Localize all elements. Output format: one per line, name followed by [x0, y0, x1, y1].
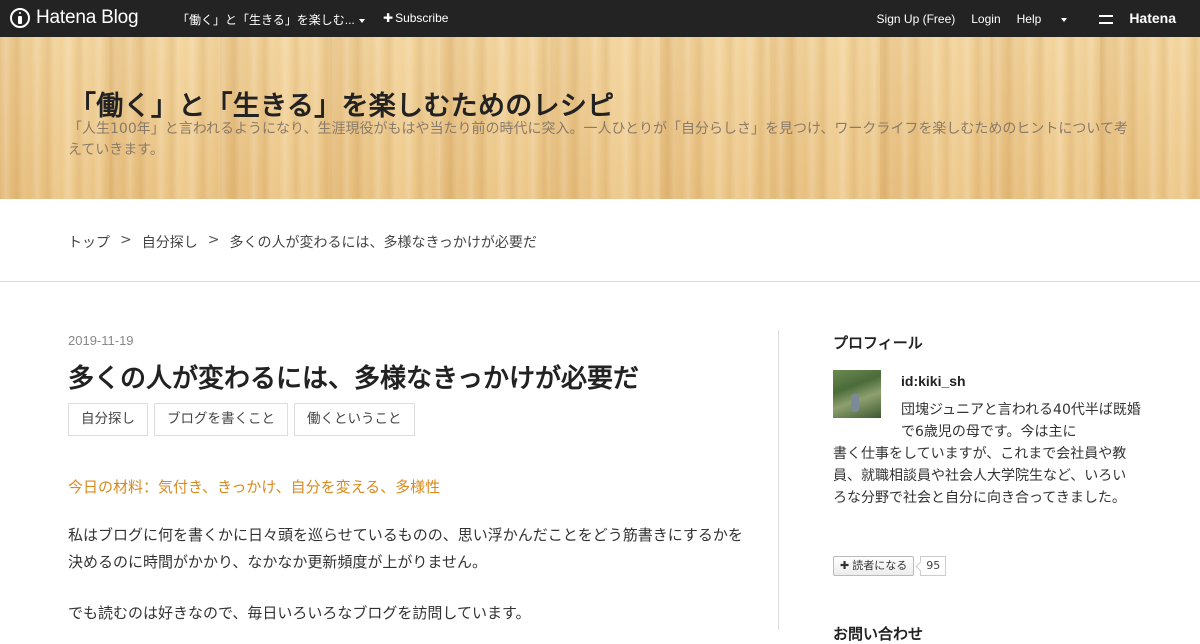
user-id-link[interactable]: id:kiki_sh — [901, 373, 966, 389]
breadcrumb-top[interactable]: トップ — [68, 232, 110, 252]
caret-down-icon — [1061, 17, 1068, 22]
subscribe-link[interactable]: ✚ Subscribe — [383, 11, 448, 25]
blog-description: 「人生100年」と言われるようになり、生涯現役がもはや当たり前の時代に突入。一人… — [68, 121, 1128, 158]
blog-header: 「働く」と「生きる」を楽しむためのレシピ 「人生100年」と言われるようになり、… — [0, 37, 1200, 199]
hatena-blog-logo-icon — [10, 8, 30, 28]
caret-down-icon — [358, 18, 365, 23]
breadcrumb-current: 多くの人が変わるには、多様なきっかけが必要だ — [229, 235, 537, 251]
article-paragraph: でも読むのは好きなので、毎日いろいろなブログを訪問しています。 — [68, 604, 531, 622]
help-label: Help — [1016, 12, 1042, 26]
profile-bio-continued: 書く仕事をしていますが、これまで会社員や教員、就職相談員や社会人大学院生など、い… — [833, 446, 1127, 506]
blog-name-dropdown[interactable]: 「働く」と「生きる」を楽しむ... — [177, 11, 365, 28]
profile-heading: プロフィール — [833, 334, 923, 352]
topbar-right: Sign Up (Free) Login Help Hatena — [877, 10, 1200, 27]
logo-text: Hatena Blog — [36, 7, 139, 28]
article-tags: 自分探し ブログを書くこと 働くということ — [68, 403, 421, 436]
reader-subscribe: ✚ 読者になる 95 — [833, 556, 947, 576]
help-dropdown[interactable]: Help — [1017, 12, 1084, 26]
article-materials: 今日の材料：気付き、きっかけ、自分を変える、多様性 — [68, 478, 441, 496]
blog-title[interactable]: 「働く」と「生きる」を楽しむためのレシピ — [69, 84, 614, 123]
hatena-logo[interactable]: Hatena — [1099, 10, 1192, 26]
article-paragraph: 私はブログに何を書くかに日々頭を巡らせているものの、思い浮かんだことをどう筋書き… — [68, 526, 743, 571]
article-date[interactable]: 2019-11-19 — [68, 333, 134, 348]
tag-link[interactable]: 働くということ — [294, 403, 415, 436]
reader-count: 95 — [920, 556, 947, 576]
breadcrumb-category[interactable]: 自分探し — [142, 232, 198, 252]
subscribe-label: Subscribe — [395, 11, 449, 25]
breadcrumb-separator: > — [207, 232, 220, 248]
plus-icon: ✚ — [383, 11, 394, 25]
login-link[interactable]: Login — [971, 12, 1000, 26]
blog-name-label: 「働く」と「生きる」を楽しむ... — [177, 13, 355, 27]
profile-bio: 団塊ジュニアと言われる40代半ば既婚で6歳児の母です。今は主に — [901, 402, 1141, 440]
hatena-mark-icon — [1099, 14, 1114, 24]
contact-heading: お問い合わせ — [833, 625, 924, 643]
column-divider — [778, 330, 779, 630]
global-header: Hatena Blog 「働く」と「生きる」を楽しむ... ✚ Subscribe… — [0, 0, 1200, 37]
breadcrumb-separator: > — [120, 232, 132, 248]
subscribe-reader-button[interactable]: ✚ 読者になる — [833, 556, 915, 576]
signup-link[interactable]: Sign Up (Free) — [877, 12, 956, 26]
article-title[interactable]: 多くの人が変わるには、多様なきっかけが必要だ — [68, 358, 639, 395]
tag-link[interactable]: ブログを書くこと — [154, 403, 288, 436]
avatar[interactable] — [833, 370, 881, 418]
hatena-blog-logo[interactable]: Hatena Blog — [10, 7, 139, 29]
tag-link[interactable]: 自分探し — [68, 403, 148, 436]
breadcrumb: トップ > 自分探し > 多くの人が変わるには、多様なきっかけが必要だ — [0, 199, 1200, 282]
plus-icon: ✚ — [840, 559, 850, 572]
subscribe-reader-label: 読者になる — [852, 559, 908, 572]
hatena-label: Hatena — [1129, 10, 1176, 26]
